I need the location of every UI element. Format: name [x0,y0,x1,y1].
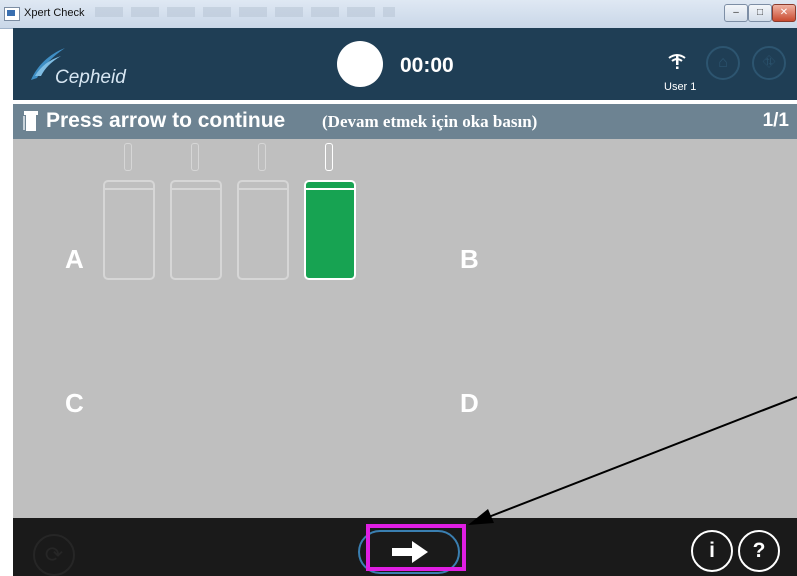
app-window: Cepheid 00:00 User 1 ⌂ ⛗ Press arrow to … [13,28,797,576]
user-label: User 1 [664,81,697,93]
maximize-button[interactable]: □ [748,4,772,22]
exit-button[interactable]: ⛗ [752,46,786,80]
cepheid-logo: Cepheid [27,44,147,88]
quadrant-label-b: B [460,244,479,274]
brand-name: Cepheid [55,67,126,88]
info-icon: i [709,539,715,562]
module-bay[interactable] [170,180,222,280]
window-title: Xpert Check [24,7,85,19]
home-button[interactable]: ⌂ [706,46,740,80]
help-button[interactable]: ? [738,530,780,572]
quadrant-label-c: C [65,388,84,418]
module-led [191,143,199,171]
info-button[interactable]: i [691,530,733,572]
exit-icon: ⛗ [762,54,776,71]
help-icon: ? [752,539,766,562]
annotation-highlight-box [366,524,466,571]
close-button[interactable]: ✕ [772,4,796,22]
signal-icon [668,54,686,69]
page-counter: 1/1 [762,110,789,131]
cartridge-icon [23,111,38,131]
refresh-button[interactable]: ⟳ [33,534,75,576]
module-bay[interactable] [237,180,289,280]
module-led-active [325,143,333,171]
app-header: Cepheid 00:00 User 1 ⌂ ⛗ [13,28,797,100]
instruction-text: Press arrow to continue [46,109,286,132]
quadrant-label-d: D [460,388,479,418]
home-icon: ⌂ [718,54,728,71]
instruction-bar: Press arrow to continue (Devam etmek içi… [13,104,797,139]
blurred-menu-bar [95,7,395,17]
module-bay-active[interactable] [304,180,356,280]
module-led [258,143,266,171]
module-led [124,143,132,171]
minimize-button[interactable]: – [724,4,748,22]
refresh-icon: ⟳ [44,542,64,567]
quadrant-label-a: A [65,244,84,274]
status-circle [337,41,383,87]
timer-display: 00:00 [400,54,454,77]
instruction-translation: (Devam etmek için oka basın) [322,112,538,131]
module-bay[interactable] [103,180,155,280]
window-titlebar: Xpert Check – □ ✕ [0,0,797,29]
module-area: A B C D [13,139,797,518]
app-icon [4,7,20,21]
